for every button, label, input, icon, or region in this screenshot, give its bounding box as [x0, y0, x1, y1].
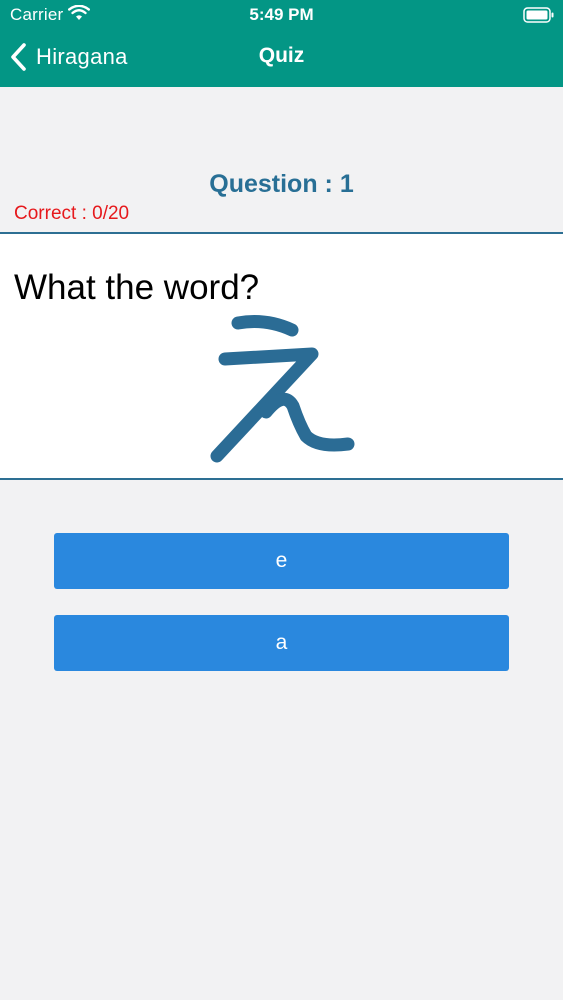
question-number: Question : 1 — [209, 170, 354, 198]
hiragana-character: え — [210, 315, 355, 463]
correct-count: Correct : 0/20 — [14, 203, 130, 224]
clock: 5:49 PM — [249, 5, 314, 24]
app-header: Carrier 5:49 PM Hiragana Quiz — [0, 0, 563, 87]
answer-button-e[interactable]: e — [54, 533, 509, 589]
answer-button-a[interactable]: a — [54, 615, 509, 671]
battery-icon — [523, 7, 554, 23]
page-title: Quiz — [258, 44, 305, 67]
status-bar: Carrier 5:49 PM — [0, 0, 563, 30]
question-card: What the word? え — [0, 232, 563, 480]
navigation-bar: Hiragana Quiz — [0, 30, 563, 87]
question-prompt: What the word? — [14, 268, 260, 307]
